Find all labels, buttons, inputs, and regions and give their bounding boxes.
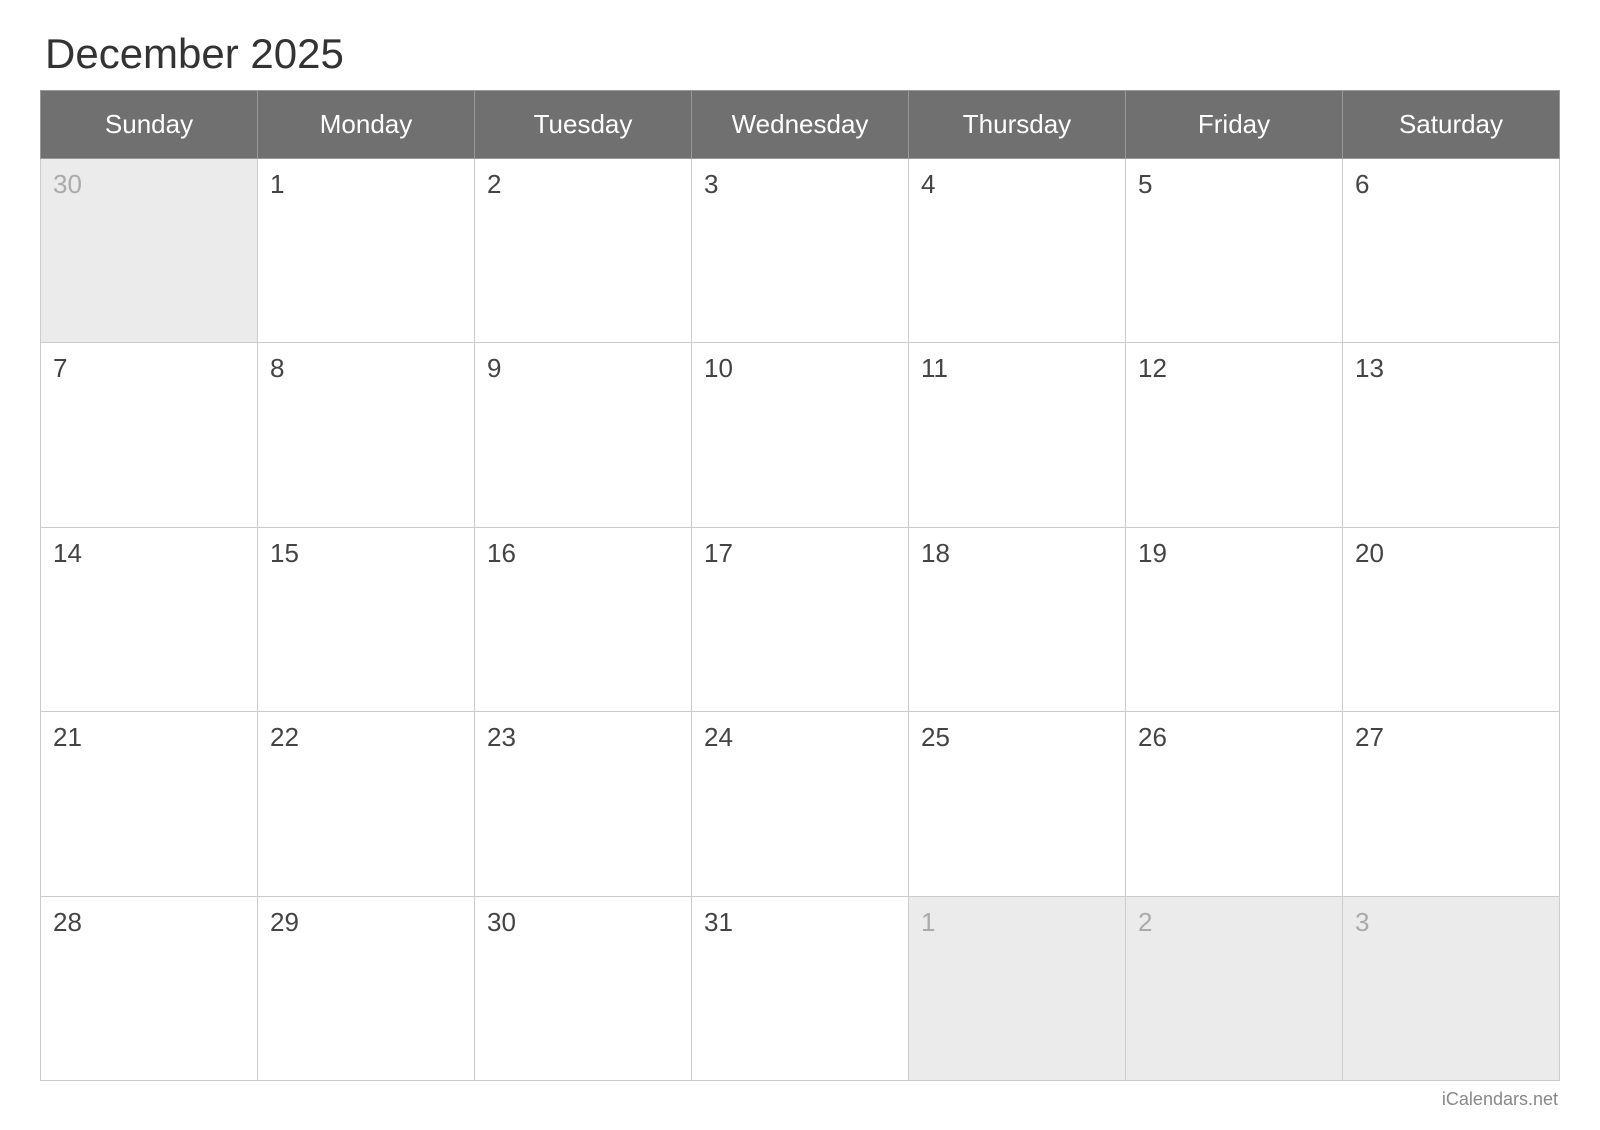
calendar-day-cell[interactable]: 14 (41, 527, 258, 711)
calendar-day-cell[interactable]: 2 (1126, 896, 1343, 1080)
date-number: 18 (921, 538, 950, 568)
calendar-day-cell[interactable]: 1 (258, 159, 475, 343)
date-number: 2 (487, 169, 501, 199)
date-number: 9 (487, 353, 501, 383)
date-number: 5 (1138, 169, 1152, 199)
date-number: 7 (53, 353, 67, 383)
calendar-day-cell[interactable]: 3 (692, 159, 909, 343)
date-number: 14 (53, 538, 82, 568)
calendar-day-cell[interactable]: 31 (692, 896, 909, 1080)
calendar-day-cell[interactable]: 11 (909, 343, 1126, 527)
date-number: 30 (53, 169, 82, 199)
date-number: 25 (921, 722, 950, 752)
date-number: 15 (270, 538, 299, 568)
date-number: 11 (921, 353, 948, 383)
calendar-day-cell[interactable]: 19 (1126, 527, 1343, 711)
date-number: 16 (487, 538, 516, 568)
date-number: 3 (704, 169, 718, 199)
date-number: 23 (487, 722, 516, 752)
date-number: 17 (704, 538, 733, 568)
date-number: 13 (1355, 353, 1384, 383)
date-number: 24 (704, 722, 733, 752)
date-number: 10 (704, 353, 733, 383)
calendar-header-day: Wednesday (692, 91, 909, 159)
calendar-day-cell[interactable]: 23 (475, 712, 692, 896)
date-number: 29 (270, 907, 299, 937)
calendar-day-cell[interactable]: 28 (41, 896, 258, 1080)
calendar-week-row: 7 8 9 10 11 12 13 (41, 343, 1560, 527)
date-number: 27 (1355, 722, 1384, 752)
date-number: 30 (487, 907, 516, 937)
calendar-day-cell[interactable]: 2 (475, 159, 692, 343)
calendar-day-cell[interactable]: 7 (41, 343, 258, 527)
date-number: 28 (53, 907, 82, 937)
date-number: 31 (704, 907, 733, 937)
date-number: 6 (1355, 169, 1369, 199)
calendar-day-cell[interactable]: 26 (1126, 712, 1343, 896)
calendar-header-day: Friday (1126, 91, 1343, 159)
date-number: 2 (1138, 907, 1152, 937)
calendar-day-cell[interactable]: 27 (1343, 712, 1560, 896)
date-number: 26 (1138, 722, 1167, 752)
calendar-day-cell[interactable]: 3 (1343, 896, 1560, 1080)
calendar-week-row: 14 15 16 17 18 19 20 (41, 527, 1560, 711)
calendar-day-cell[interactable]: 16 (475, 527, 692, 711)
calendar-header-day: Sunday (41, 91, 258, 159)
calendar-day-cell[interactable]: 18 (909, 527, 1126, 711)
calendar-week-row: 30 1 2 3 4 5 6 (41, 159, 1560, 343)
date-number: 21 (53, 722, 82, 752)
calendar-week-row: 21 22 23 24 25 26 27 (41, 712, 1560, 896)
calendar-table: SundayMondayTuesdayWednesdayThursdayFrid… (40, 90, 1560, 1081)
calendar-header-day: Saturday (1343, 91, 1560, 159)
date-number: 12 (1138, 353, 1167, 383)
footer-credit: iCalendars.net (40, 1081, 1560, 1110)
calendar-day-cell[interactable]: 4 (909, 159, 1126, 343)
calendar-day-cell[interactable]: 12 (1126, 343, 1343, 527)
calendar-day-cell[interactable]: 21 (41, 712, 258, 896)
date-number: 4 (921, 169, 935, 199)
calendar-header-row: SundayMondayTuesdayWednesdayThursdayFrid… (41, 91, 1560, 159)
date-number: 1 (270, 169, 284, 199)
calendar-header-day: Tuesday (475, 91, 692, 159)
calendar-header-day: Thursday (909, 91, 1126, 159)
calendar-day-cell[interactable]: 15 (258, 527, 475, 711)
calendar-day-cell[interactable]: 22 (258, 712, 475, 896)
calendar-day-cell[interactable]: 30 (41, 159, 258, 343)
calendar-day-cell[interactable]: 24 (692, 712, 909, 896)
calendar-day-cell[interactable]: 13 (1343, 343, 1560, 527)
calendar-day-cell[interactable]: 30 (475, 896, 692, 1080)
date-number: 20 (1355, 538, 1384, 568)
calendar-day-cell[interactable]: 29 (258, 896, 475, 1080)
calendar-day-cell[interactable]: 20 (1343, 527, 1560, 711)
calendar-day-cell[interactable]: 5 (1126, 159, 1343, 343)
calendar-day-cell[interactable]: 6 (1343, 159, 1560, 343)
date-number: 1 (921, 907, 935, 937)
date-number: 22 (270, 722, 299, 752)
date-number: 3 (1355, 907, 1369, 937)
calendar-day-cell[interactable]: 1 (909, 896, 1126, 1080)
calendar-day-cell[interactable]: 17 (692, 527, 909, 711)
date-number: 8 (270, 353, 284, 383)
date-number: 19 (1138, 538, 1167, 568)
calendar-day-cell[interactable]: 9 (475, 343, 692, 527)
calendar-header-day: Monday (258, 91, 475, 159)
calendar-week-row: 28 29 30 31 1 2 3 (41, 896, 1560, 1080)
calendar-day-cell[interactable]: 25 (909, 712, 1126, 896)
calendar-title: December 2025 (40, 30, 1560, 78)
calendar-day-cell[interactable]: 8 (258, 343, 475, 527)
calendar-day-cell[interactable]: 10 (692, 343, 909, 527)
